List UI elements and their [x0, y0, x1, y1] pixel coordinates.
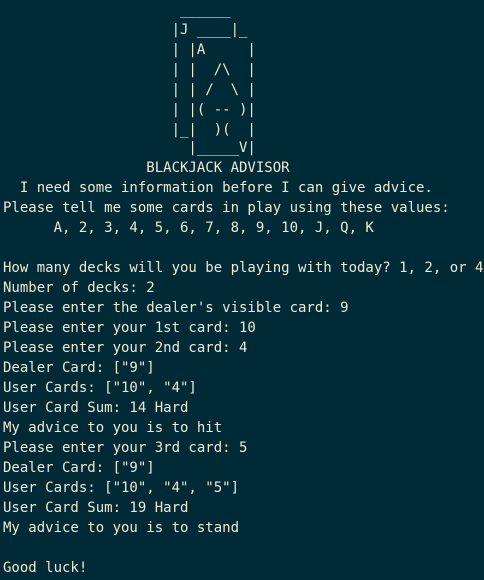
decks-prompt: How many decks will you be playing with …	[3, 260, 484, 276]
ascii-art-line: |_| )( |	[3, 122, 256, 138]
session-line: Please enter your 2nd card: 4	[3, 340, 248, 356]
session-line: Please enter the dealer's visible card: …	[3, 300, 349, 316]
ascii-art-line: | |( -- )|	[3, 102, 256, 118]
ascii-art-line: |_____V|	[3, 140, 256, 156]
ascii-art-line: ______	[3, 2, 231, 18]
session-line: Please enter your 3rd card: 5	[3, 440, 248, 456]
session-line: Number of decks: 2	[3, 280, 155, 296]
intro-line: Please tell me some cards in play using …	[3, 200, 450, 216]
session-line: Dealer Card: ["9"]	[3, 360, 155, 376]
ascii-art-line: | |A |	[3, 42, 256, 58]
app-title: BLACKJACK ADVISOR	[3, 160, 290, 176]
terminal-window[interactable]: ______ |J ____|_ | |A | | | /\ | | | / \…	[0, 0, 484, 580]
advice-line: My advice to you is to hit	[3, 420, 223, 436]
advice-line: My advice to you is to stand	[3, 520, 240, 536]
ascii-art-line: | | / \ |	[3, 82, 256, 98]
ascii-art-line: | | /\ |	[3, 62, 256, 78]
ascii-art-line: |J ____|_	[3, 22, 248, 38]
closing-line: Good luck!	[3, 560, 88, 576]
session-line: Please enter your 1st card: 10	[3, 320, 256, 336]
intro-line: I need some information before I can giv…	[3, 180, 433, 196]
session-line: User Card Sum: 14 Hard	[3, 400, 189, 416]
session-line: User Cards: ["10", "4"]	[3, 380, 197, 396]
session-line: User Cards: ["10", "4", "5"]	[3, 480, 240, 496]
session-line: Dealer Card: ["9"]	[3, 460, 155, 476]
card-values-line: A, 2, 3, 4, 5, 6, 7, 8, 9, 10, J, Q, K	[3, 220, 374, 236]
session-line: User Card Sum: 19 Hard	[3, 500, 189, 516]
